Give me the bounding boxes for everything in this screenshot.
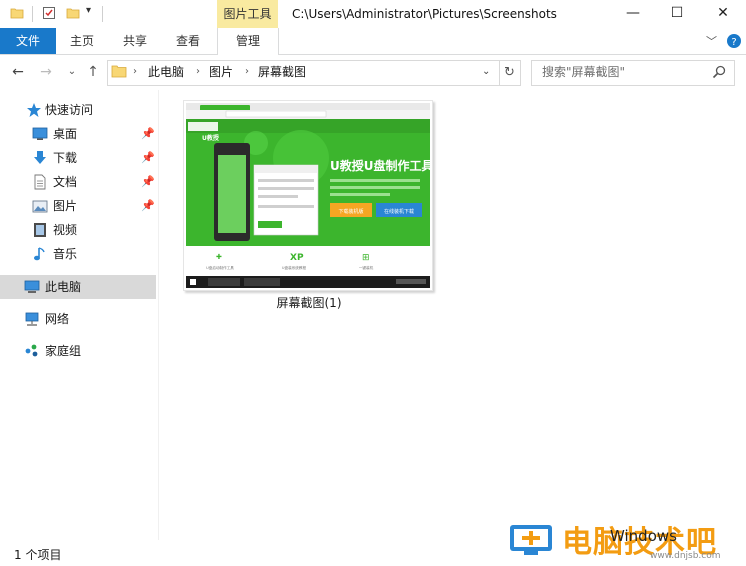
breadcrumb-separator-icon[interactable]: › [196, 60, 200, 84]
nav-network[interactable]: 网络 [45, 308, 69, 330]
address-dropdown-icon[interactable]: ⌄ [482, 60, 490, 84]
search-input[interactable]: 搜索"屏幕截图" [542, 60, 625, 84]
new-folder-icon[interactable] [66, 6, 80, 20]
breadcrumb-this-pc[interactable]: 此电脑 [148, 60, 184, 84]
nav-downloads[interactable]: 下载 [53, 147, 77, 169]
watermark-windows-text: Windows [610, 527, 677, 545]
pictures-icon [32, 200, 48, 213]
search-icon[interactable] [712, 65, 726, 79]
folder-icon [111, 65, 127, 78]
svg-text:⊞: ⊞ [362, 253, 370, 263]
breadcrumb-separator-icon[interactable]: › [133, 60, 137, 84]
network-icon [25, 312, 39, 326]
nav-homegroup[interactable]: 家庭组 [45, 340, 81, 362]
watermark-logo-icon [510, 525, 552, 555]
svg-text:✚: ✚ [216, 253, 222, 261]
nav-desktop[interactable]: 桌面 [53, 123, 77, 145]
close-button[interactable]: ✕ [700, 0, 746, 28]
thumb-site-title: U教授U盘制作工具 [330, 158, 430, 173]
thumb-site-name: U教授 [202, 134, 220, 142]
up-button[interactable]: ↑ [83, 62, 103, 82]
thumb-feature-label-2: U盘装系统教程 [282, 265, 307, 270]
desktop-icon [32, 127, 48, 140]
breadcrumb-pictures[interactable]: 图片 [209, 60, 233, 84]
quick-access-separator [32, 6, 33, 22]
tab-share[interactable]: 共享 [112, 28, 158, 54]
svg-text:?: ? [731, 37, 736, 48]
back-button[interactable]: ← [8, 62, 28, 82]
properties-icon[interactable] [42, 6, 56, 20]
nav-this-pc[interactable]: 此电脑 [45, 276, 81, 298]
computer-icon [24, 280, 40, 293]
tab-manage[interactable]: 管理 [217, 28, 279, 55]
forward-button[interactable]: → [36, 62, 56, 82]
tab-file[interactable]: 文件 [0, 28, 56, 54]
tab-home[interactable]: 主页 [60, 28, 104, 54]
thumb-feature-label-1: U盘启动制作工具 [206, 265, 234, 270]
thumb-online-button: 在线装机下载 [384, 208, 414, 215]
tab-view[interactable]: 查看 [166, 28, 210, 54]
nav-pictures[interactable]: 图片 [53, 195, 77, 217]
music-icon [34, 247, 45, 261]
pin-icon[interactable]: 📌 [141, 151, 155, 164]
quick-access-dropdown-icon[interactable]: ▾ [86, 5, 91, 16]
status-item-count: 1 个项目 [14, 548, 62, 562]
minimize-button[interactable]: — [610, 0, 656, 28]
file-name-label[interactable]: 屏幕截图(1) [180, 294, 438, 311]
thumb-feature-xp: XP [290, 253, 304, 263]
help-icon[interactable]: ? [726, 33, 742, 49]
homegroup-icon [25, 344, 38, 357]
breadcrumb-screenshots[interactable]: 屏幕截图 [258, 60, 306, 84]
breadcrumb-separator-icon[interactable]: › [245, 60, 249, 84]
star-icon [27, 103, 41, 117]
recent-locations-icon[interactable]: ⌄ [62, 62, 82, 82]
ribbon-expand-icon[interactable]: ﹀ [706, 33, 717, 49]
download-icon [34, 151, 46, 164]
document-icon [34, 174, 46, 190]
file-thumbnail[interactable]: U教授U盘制作工具 下载装机版 在线装机下载 U教授 ✚ XP ⊞ U盘启动制作… [183, 100, 433, 291]
quick-access-separator [102, 6, 103, 22]
maximize-button[interactable]: ☐ [654, 0, 700, 28]
thumb-feature-label-3: 一键装机 [359, 265, 374, 270]
nav-music[interactable]: 音乐 [53, 243, 77, 265]
video-icon [34, 223, 46, 237]
watermark: 电脑技术吧 Windows www.dnjsb.com [500, 515, 746, 565]
nav-documents[interactable]: 文档 [53, 171, 77, 193]
nav-quick-access[interactable]: 快速访问 [45, 99, 93, 121]
pin-icon[interactable]: 📌 [141, 175, 155, 188]
watermark-url: www.dnjsb.com [650, 551, 721, 561]
pin-icon[interactable]: 📌 [141, 127, 155, 140]
nav-videos[interactable]: 视频 [53, 219, 77, 241]
pin-icon[interactable]: 📌 [141, 199, 155, 212]
folder-icon[interactable] [10, 6, 24, 20]
screenshot-thumbnail-image: U教授U盘制作工具 下载装机版 在线装机下载 U教授 ✚ XP ⊞ U盘启动制作… [186, 103, 430, 288]
refresh-button[interactable]: ↻ [499, 60, 521, 86]
picture-tools-context-label: 图片工具 [217, 0, 278, 28]
window-title: C:\Users\Administrator\Pictures\Screensh… [292, 7, 557, 21]
thumb-download-button: 下载装机版 [338, 208, 363, 215]
